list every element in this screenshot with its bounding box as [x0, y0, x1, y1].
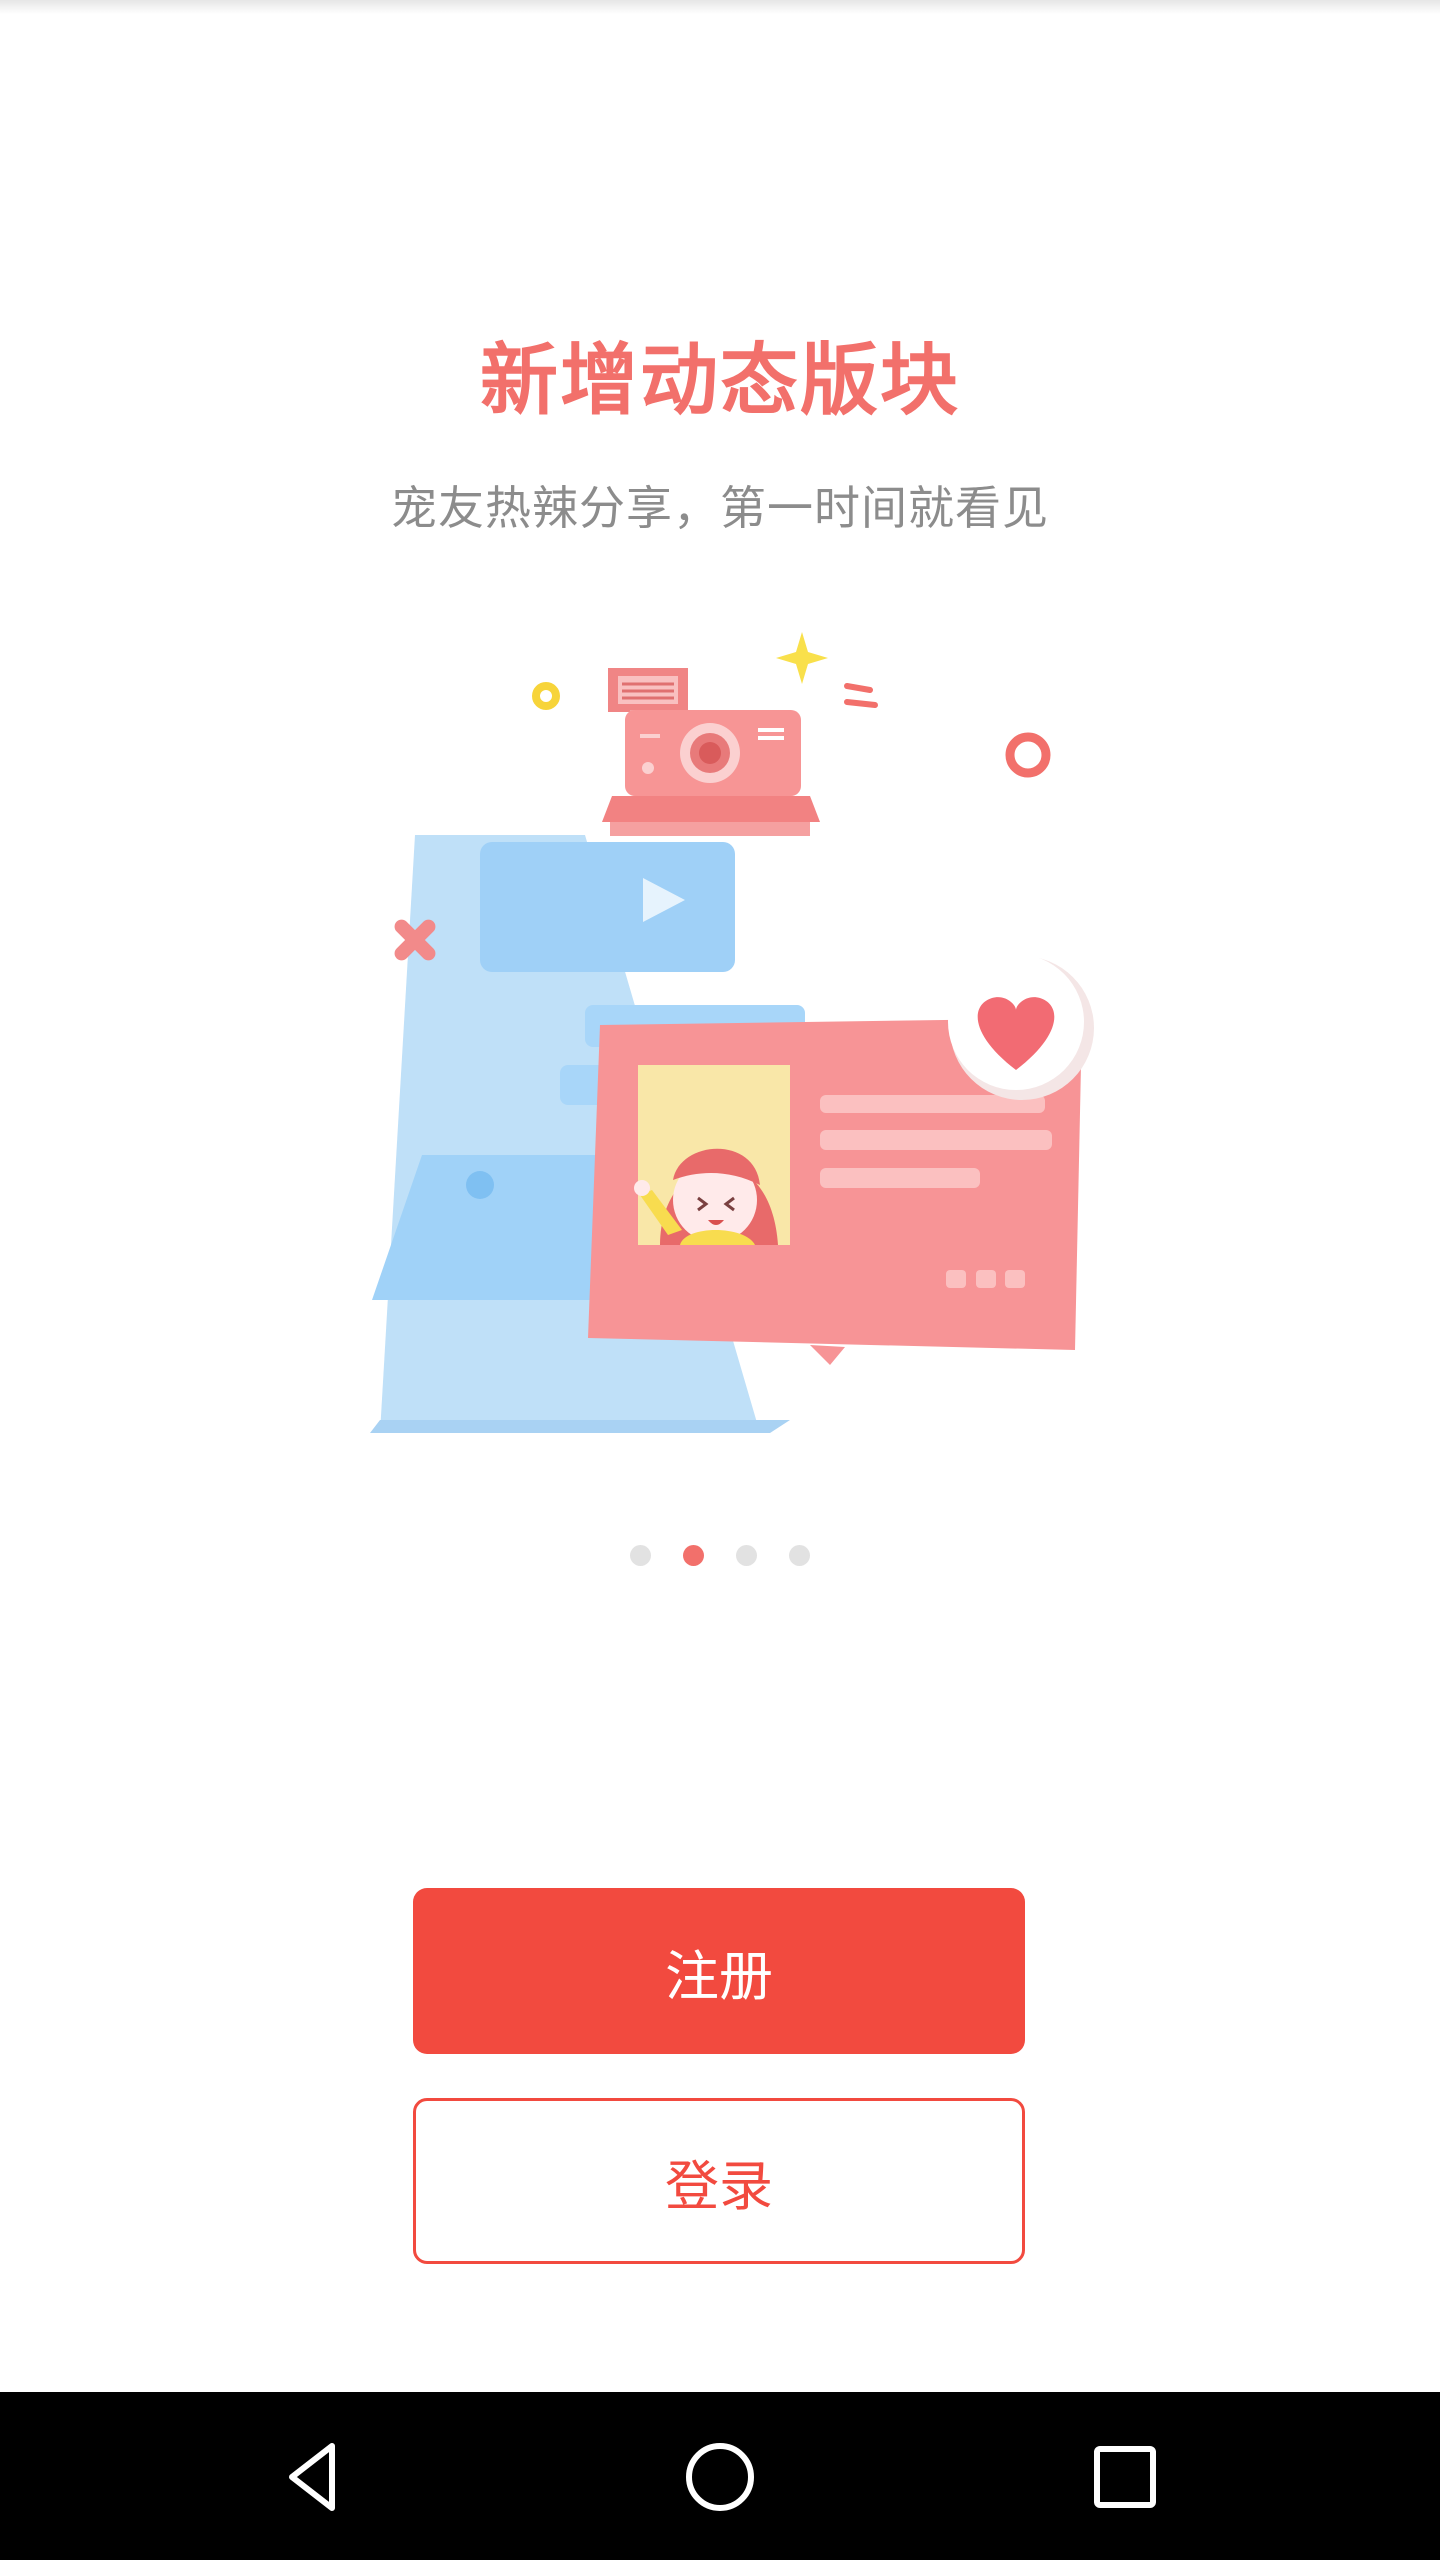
home-icon[interactable]: [675, 2432, 765, 2522]
page-dot-2-active[interactable]: [683, 1545, 704, 1566]
card-dot-2: [976, 1270, 996, 1288]
beam-base: [370, 1420, 790, 1433]
page-subtitle: 宠友热辣分享，第一时间就看见: [391, 481, 1049, 535]
video-card: [480, 842, 735, 972]
register-button[interactable]: 注册: [413, 1888, 1025, 2054]
login-button-label: 登录: [665, 2154, 773, 2218]
text-line-3: [820, 1168, 980, 1188]
text-line-2: [820, 1130, 1052, 1150]
onboarding-screen: 新增动态版块 宠友热辣分享，第一时间就看见 注册 登录: [0, 0, 1440, 2560]
recents-icon[interactable]: [1080, 2432, 1170, 2522]
page-indicator: [0, 1545, 1440, 1569]
camera-base: [602, 796, 820, 822]
register-button-label: 注册: [665, 1944, 773, 2008]
red-ring: [1005, 732, 1051, 778]
camera-feed-illustration: [370, 632, 1094, 1433]
sparkle-icon: [776, 632, 828, 684]
card-dot-1: [946, 1270, 966, 1288]
back-icon[interactable]: [270, 2432, 360, 2522]
page-title: 新增动态版块: [479, 336, 960, 426]
page-dot-1[interactable]: [630, 1545, 651, 1566]
system-navigation-bar: [0, 2392, 1440, 2560]
image-card-sun: [466, 1171, 494, 1199]
yellow-ring: [532, 682, 560, 710]
login-button[interactable]: 登录: [413, 2098, 1025, 2264]
card-dot-3: [1005, 1270, 1025, 1288]
status-bar-shadow: [0, 0, 1440, 14]
page-dot-3[interactable]: [736, 1545, 757, 1566]
page-dot-4[interactable]: [789, 1545, 810, 1566]
